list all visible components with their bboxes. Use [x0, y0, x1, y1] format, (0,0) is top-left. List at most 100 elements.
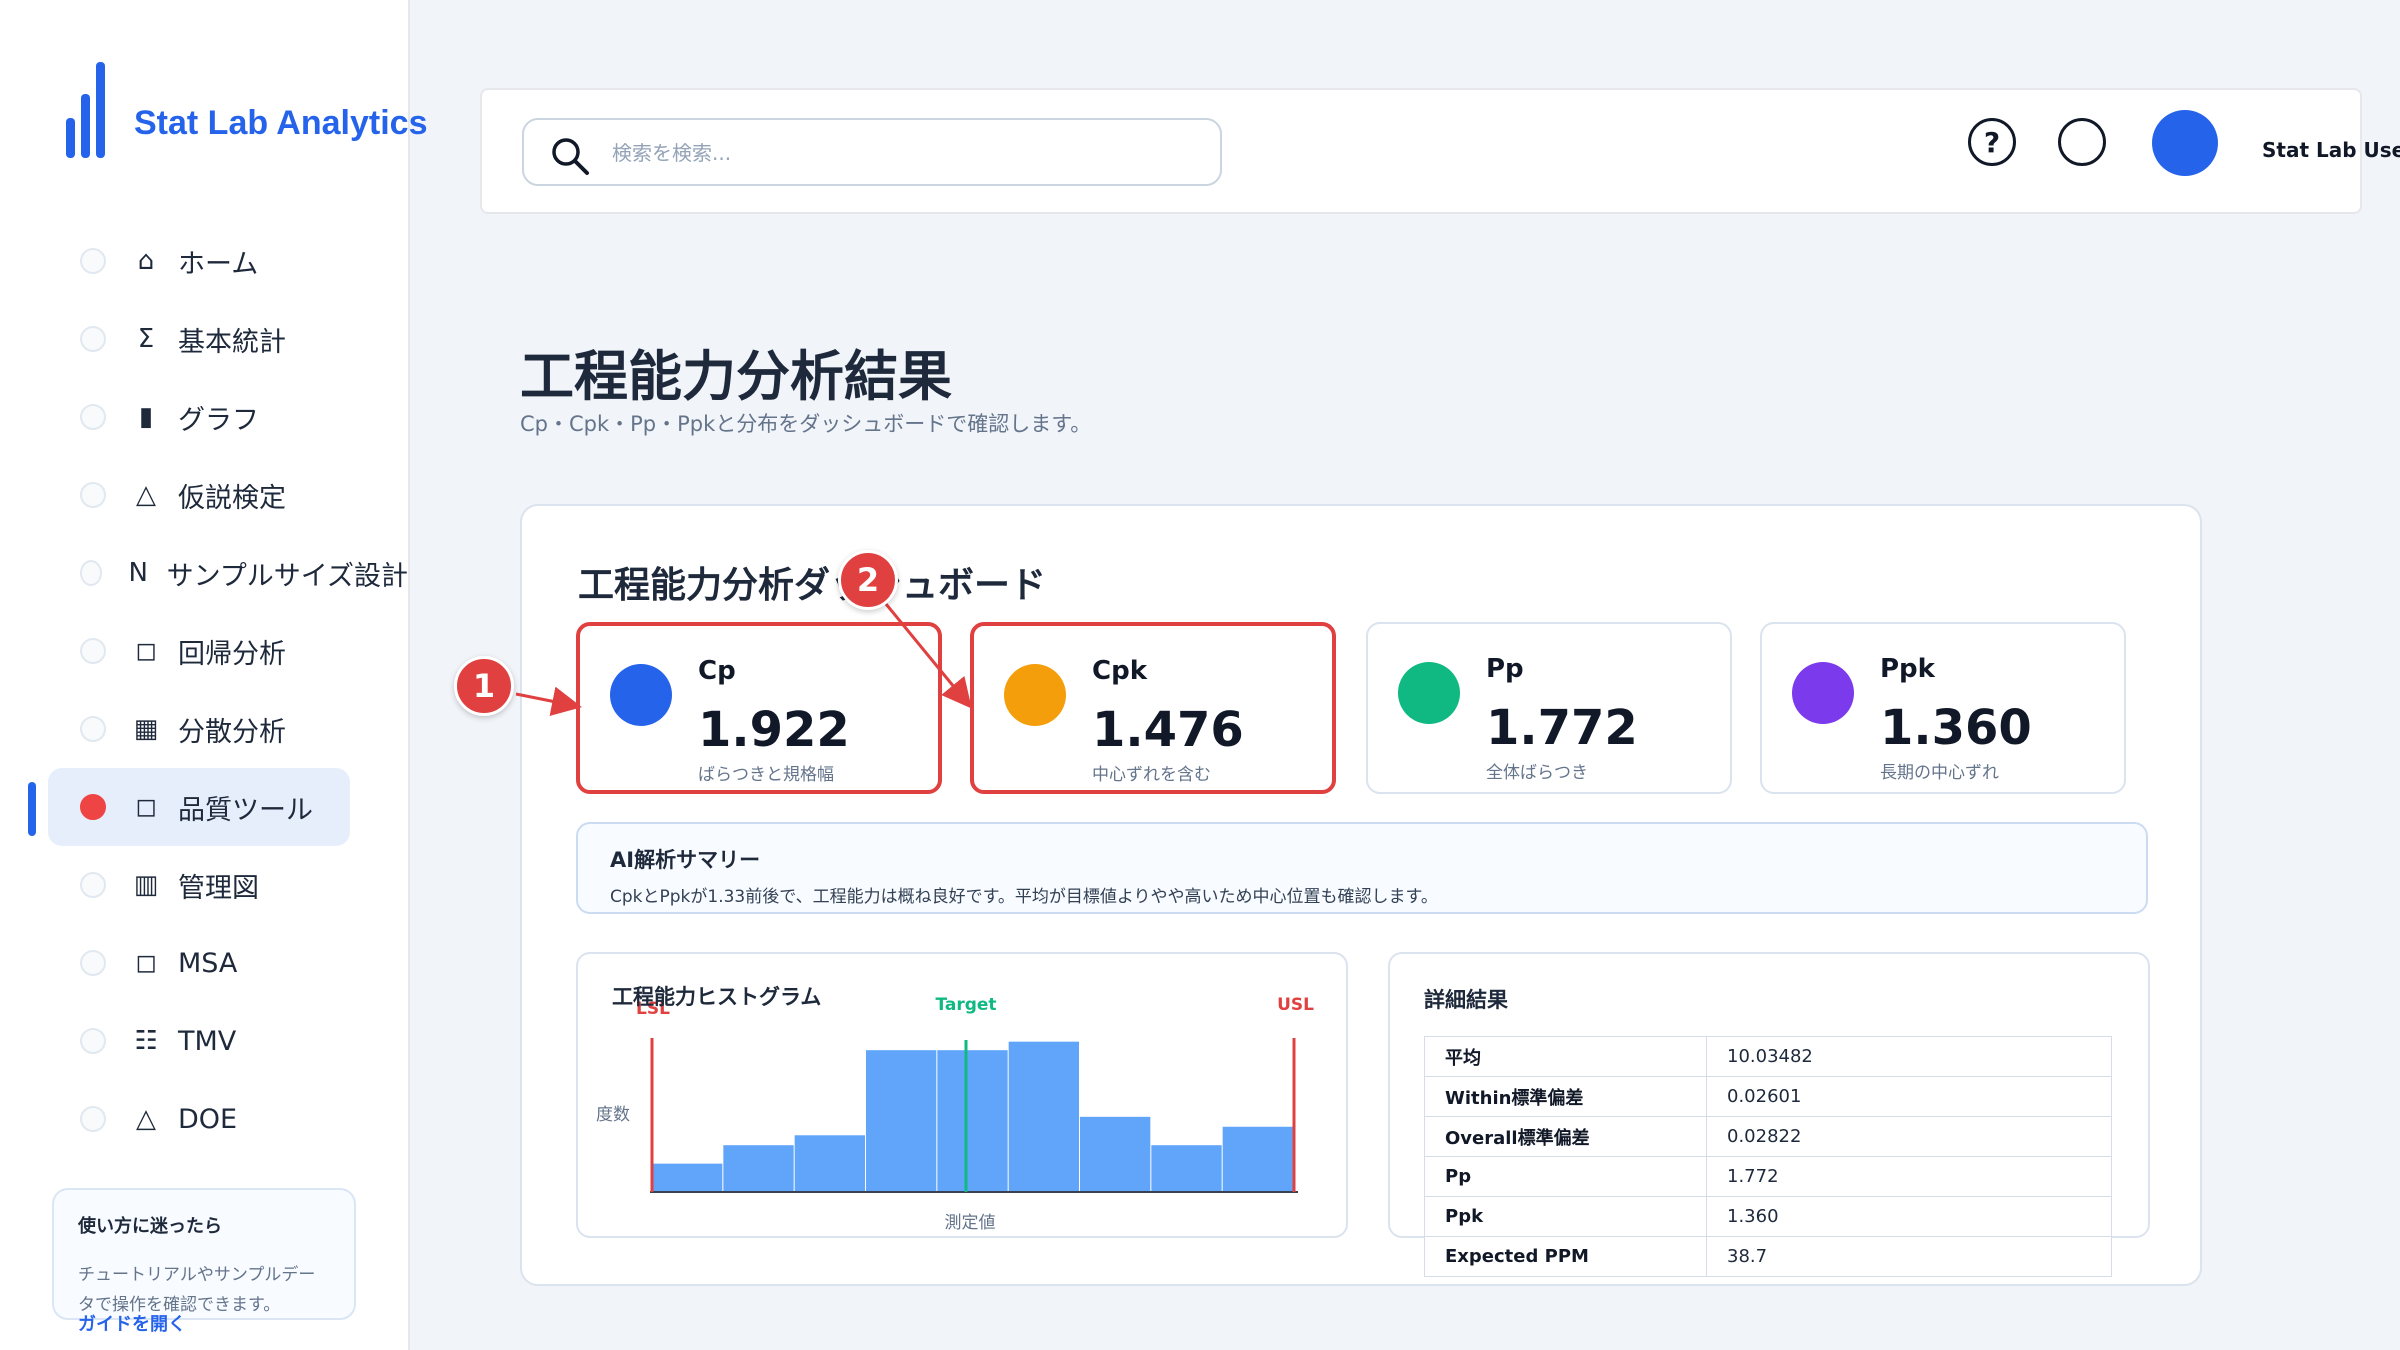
table-cell-key: Pp — [1424, 1156, 1707, 1197]
histogram-chart: LSL Target USL工程能力ヒストグラム度数測定値 — [596, 985, 1314, 1233]
kpi-card-cpk[interactable]: Cpk 1.476 中心ずれを含む — [970, 622, 1336, 794]
search-box[interactable] — [522, 118, 1222, 186]
kpi-subtext: 全体ばらつき — [1486, 763, 1588, 783]
status-dot — [80, 794, 106, 820]
status-dot — [80, 1028, 106, 1054]
sidebar-item[interactable]: ▮ グラフ — [48, 378, 408, 456]
notification-icon[interactable] — [2058, 118, 2106, 166]
dashboard-title: 工程能力分析ダッシュボード — [578, 565, 1047, 606]
status-dot — [80, 1106, 106, 1132]
bar-chart-icon: ▮ — [138, 402, 154, 432]
kpi-label: Cpk — [1092, 656, 1147, 686]
status-dot — [80, 404, 106, 430]
sidebar-item[interactable]: ☷ TMV — [48, 1002, 408, 1080]
brand-logo[interactable]: Stat Lab Analytics — [66, 62, 427, 158]
status-dot — [80, 482, 106, 508]
sidebar-item[interactable]: ◻ 品質ツール — [48, 768, 350, 846]
sidebar-item[interactable]: ◻ MSA — [48, 924, 408, 1002]
histogram-bar — [1008, 1041, 1079, 1192]
kpi-subtext: 長期の中心ずれ — [1880, 763, 1999, 783]
table-cell-value: 0.02822 — [1706, 1116, 2112, 1157]
kpi-label: Cp — [698, 656, 736, 686]
sidebar-item-label: TMV — [178, 1025, 237, 1057]
bar-chart-logo-icon — [66, 62, 110, 158]
table-row: Expected PPM 38.7 — [1424, 1236, 2112, 1277]
sidebar-item-label: 基本統計 — [178, 326, 286, 358]
kpi-dot-icon — [1398, 662, 1460, 724]
table-cell-value: 10.03482 — [1706, 1036, 2112, 1077]
sigma-icon: Σ — [137, 324, 155, 354]
sidebar-item[interactable]: ▦ 分散分析 — [48, 690, 408, 768]
histogram-bar — [1080, 1116, 1151, 1192]
kpi-card-ppk[interactable]: Ppk 1.360 長期の中心ずれ — [1760, 622, 2126, 794]
histogram-bar — [1151, 1145, 1222, 1192]
callout-badge-1: 1 — [454, 656, 514, 716]
n-icon: N — [128, 558, 148, 588]
table-cell-value: 1.772 — [1706, 1156, 2112, 1197]
kpi-value: 1.772 — [1486, 700, 1638, 756]
status-dot — [80, 248, 106, 274]
usl-label: USL — [1277, 995, 1314, 1015]
ai-summary-text: CpkとPpkが1.33前後で、工程能力は概ね良好です。平均が目標値よりやや高い… — [610, 887, 1438, 907]
open-guide-link[interactable]: ガイドを開く — [78, 1310, 186, 1336]
kpi-card-pp[interactable]: Pp 1.772 全体ばらつき — [1366, 622, 1732, 794]
kpi-subtext: ばらつきと規格幅 — [698, 765, 834, 785]
brand-title: Stat Lab Analytics — [134, 104, 428, 142]
table-cell-key: Ppk — [1424, 1196, 1707, 1237]
table-cell-key: Within標準偏差 — [1424, 1076, 1707, 1117]
sidebar-item-label: DOE — [178, 1103, 238, 1135]
kpi-subtext: 中心ずれを含む — [1092, 765, 1211, 785]
sidebar-nav: ⌂ ホーム Σ 基本統計 ▮ グラフ △ 仮説検定 N サンプルサイズ設計 ◻ 回帰分析 ▦ 分散分析 ◻ 品… — [48, 222, 408, 1158]
ai-summary-title: AI解析サマリー — [610, 848, 761, 872]
sidebar-item[interactable]: ◻ 回帰分析 — [48, 612, 408, 690]
user-name[interactable]: Stat Lab User — [2262, 138, 2400, 162]
details-title: 詳細結果 — [1424, 988, 1508, 1012]
histogram-bar — [1222, 1126, 1293, 1192]
sidebar-item[interactable]: N サンプルサイズ設計 — [48, 534, 408, 612]
kpi-card-cp[interactable]: Cp 1.922 ばらつきと規格幅 — [576, 622, 942, 794]
dashboard-panel: 工程能力分析ダッシュボード Cp 1.922 ばらつきと規格幅 Cpk 1.47… — [520, 504, 2202, 1286]
sidebar-item-label: ホーム — [178, 248, 259, 280]
table-row: Overall標準偏差 0.02822 — [1424, 1116, 2112, 1157]
callout-badge-2: 2 — [838, 550, 898, 610]
sidebar-item[interactable]: △ DOE — [48, 1080, 408, 1158]
kpi-label: Ppk — [1880, 654, 1935, 684]
page-title: 工程能力分析結果 — [520, 345, 952, 408]
table-cell-key: Overall標準偏差 — [1424, 1116, 1707, 1157]
histogram-bar — [866, 1050, 937, 1192]
square-icon: ◻ — [135, 636, 157, 666]
sidebar-item-label: 管理図 — [178, 872, 259, 904]
sidebar-item-label: サンプルサイズ設計 — [166, 560, 408, 592]
help-icon[interactable]: ? — [1968, 118, 2016, 166]
kpi-label: Pp — [1486, 654, 1524, 684]
sidebar-item[interactable]: ⌂ ホーム — [48, 222, 408, 300]
kpi-value: 1.360 — [1880, 700, 2032, 756]
details-card: 詳細結果 平均 10.03482 Within標準偏差 0.02601 Overall標… — [1388, 952, 2150, 1277]
status-dot — [80, 950, 106, 976]
kpi-dot-icon — [1004, 664, 1066, 726]
top-header: ? Stat Lab User — [480, 88, 2400, 214]
avatar[interactable] — [2152, 110, 2218, 176]
sidebar-item-label: 回帰分析 — [178, 638, 286, 670]
table-row: Ppk 1.360 — [1424, 1196, 2112, 1237]
sidebar-item-label: 仮説検定 — [178, 482, 286, 514]
sidebar-item[interactable]: △ 仮説検定 — [48, 456, 408, 534]
search-icon — [552, 138, 589, 175]
control-chart-icon: ▥ — [133, 870, 159, 900]
sidebar-item-label: グラフ — [178, 404, 259, 436]
kpi-dot-icon — [1792, 662, 1854, 724]
sidebar-item[interactable]: Σ 基本統計 — [48, 300, 408, 378]
sidebar-item[interactable]: ▥ 管理図 — [48, 846, 408, 924]
table-cell-value: 1.360 — [1706, 1196, 2112, 1237]
table-cell-value: 0.02601 — [1706, 1076, 2112, 1117]
square-icon: ◻ — [135, 792, 157, 822]
histogram-bar — [794, 1135, 865, 1192]
target-label: Target — [935, 995, 996, 1015]
search-input[interactable] — [612, 134, 1192, 172]
help-title: 使い方に迷ったら — [78, 1216, 222, 1237]
table-cell-key: 平均 — [1424, 1036, 1707, 1077]
table-row: 平均 10.03482 — [1424, 1036, 2112, 1077]
sidebar-item-label: 品質ツール — [178, 794, 313, 826]
x-axis-label: 測定値 — [945, 1213, 996, 1233]
active-indicator — [28, 782, 36, 836]
